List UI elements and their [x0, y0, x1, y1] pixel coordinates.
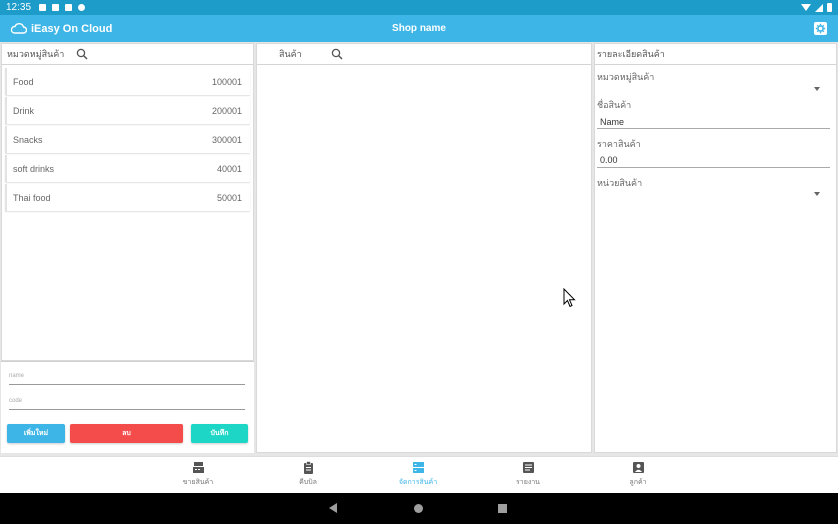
notification-icon [52, 4, 60, 11]
category-name: Drink [13, 105, 35, 116]
battery-icon [827, 3, 832, 12]
delete-button[interactable]: ลบ [70, 424, 183, 443]
category-code-input[interactable]: code [9, 398, 245, 410]
location-icon [39, 4, 47, 11]
status-bar: 12:35 [0, 0, 838, 15]
recent-apps-icon[interactable] [498, 504, 507, 513]
home-icon[interactable] [414, 504, 423, 513]
category-code: 200001 [211, 105, 242, 116]
product-unit-label: หน่วยสินค้า [597, 178, 643, 188]
product-name-input[interactable]: Name [600, 117, 624, 127]
nav-report[interactable]: รายงาน [488, 461, 568, 488]
category-item[interactable]: Drink 200001 [5, 97, 250, 124]
cash-register-icon [192, 462, 204, 473]
search-icon[interactable] [331, 48, 343, 60]
settings-icon[interactable] [814, 22, 827, 35]
back-icon[interactable] [329, 503, 337, 513]
mouse-cursor-icon [563, 288, 576, 308]
category-name: Thai food [13, 192, 51, 203]
products-panel: สินค้า [256, 43, 592, 453]
details-header: รายละเอียดสินค้า [595, 44, 836, 65]
app-bar: iEasy On Cloud Shop name [0, 15, 838, 42]
bottom-nav: ขายสินค้า คีบบิล จัดการสินค้า รายงาน ลูก… [0, 456, 838, 493]
products-title: สินค้า [279, 49, 302, 59]
nav-label: ลูกค้า [629, 479, 647, 486]
nav-label: จัดการสินค้า [398, 479, 438, 486]
product-name-underline [597, 128, 830, 129]
product-price-label: ราคาสินค้า [597, 139, 641, 149]
category-item[interactable]: soft drinks 40001 [5, 155, 250, 182]
nav-customer[interactable]: ลูกค้า [598, 461, 678, 488]
storage-icon [412, 462, 424, 473]
search-icon[interactable] [76, 48, 88, 60]
report-icon [522, 462, 534, 473]
category-item[interactable]: Food 100001 [5, 68, 250, 95]
brand-name: iEasy On Cloud [31, 22, 113, 35]
category-name-input[interactable]: name [9, 373, 245, 385]
nav-label: คีบบิล [299, 479, 317, 486]
product-price-input[interactable]: 0.00 [600, 155, 618, 165]
dropdown-arrow-icon[interactable] [814, 192, 820, 196]
clipboard-icon [303, 461, 313, 474]
sd-card-icon [65, 4, 73, 11]
wifi-icon [801, 4, 811, 11]
nav-label: ขายสินค้า [182, 479, 214, 486]
categories-header: หมวดหมู่สินค้า [2, 44, 253, 65]
dropdown-arrow-icon[interactable] [814, 87, 820, 91]
details-title: รายละเอียดสินค้า [597, 49, 665, 59]
sync-icon [78, 4, 86, 11]
brand: iEasy On Cloud [0, 23, 200, 35]
category-code: 300001 [211, 134, 242, 145]
category-item[interactable]: Thai food 50001 [5, 184, 250, 211]
status-time: 12:35 [6, 2, 32, 13]
signal-icon [815, 3, 823, 12]
nav-bill[interactable]: คีบบิล [268, 461, 348, 488]
system-nav-bar [0, 493, 838, 524]
category-item[interactable]: Snacks 300001 [5, 126, 250, 153]
nav-label: รายงาน [516, 479, 540, 486]
save-button[interactable]: บันทึก [191, 424, 248, 443]
categories-panel: หมวดหมู่สินค้า Food 100001 Drink 200001 … [1, 43, 254, 361]
nav-sell[interactable]: ขายสินค้า [158, 461, 238, 488]
category-name: soft drinks [13, 163, 55, 174]
add-new-button[interactable]: เพิ่มใหม่ [7, 424, 65, 443]
product-price-underline [597, 167, 830, 168]
category-list: Food 100001 Drink 200001 Snacks 300001 s… [2, 65, 253, 211]
category-code: 40001 [216, 163, 242, 174]
cloud-icon [10, 23, 27, 34]
nav-manage-products[interactable]: จัดการสินค้า [378, 461, 458, 488]
products-header: สินค้า [257, 44, 591, 65]
category-name: Snacks [13, 134, 43, 145]
customer-icon [632, 462, 644, 473]
category-select-label: หมวดหมู่สินค้า [597, 72, 655, 82]
category-name: Food [13, 76, 34, 87]
product-name-label: ชื่อสินค้า [597, 100, 632, 110]
categories-title: หมวดหมู่สินค้า [7, 49, 65, 59]
category-code: 100001 [211, 76, 242, 87]
category-code: 50001 [216, 192, 242, 203]
